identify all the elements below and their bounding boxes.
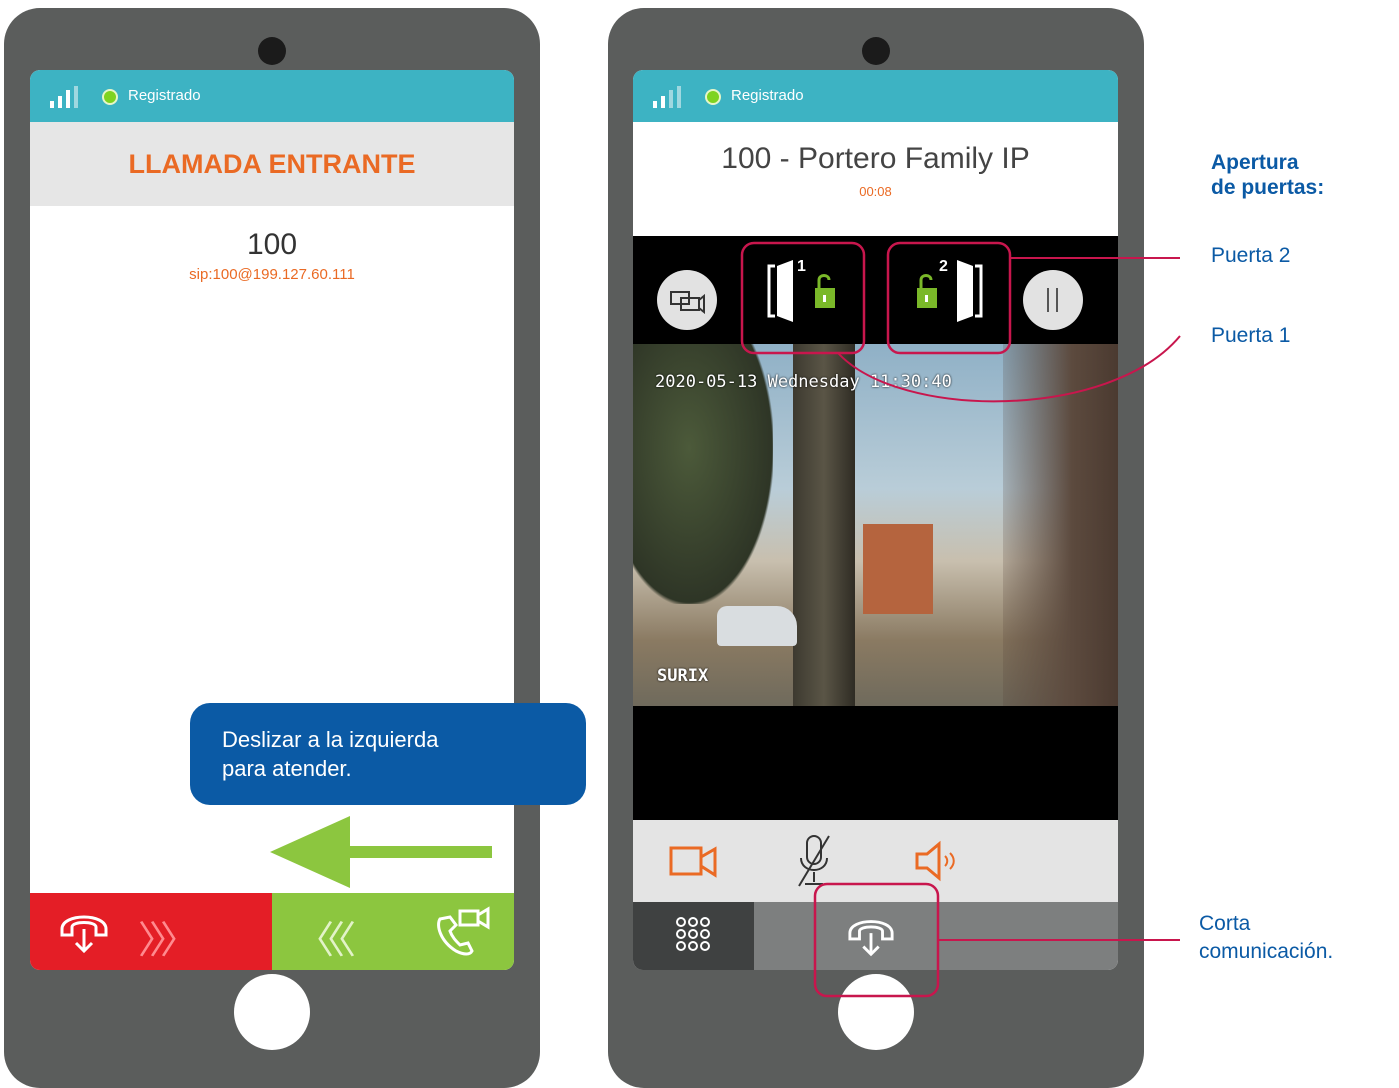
door-opening-title: Apertura de puertas: xyxy=(1211,150,1324,200)
door-2-label: Puerta 2 xyxy=(1211,244,1291,267)
door-1-label: Puerta 1 xyxy=(1211,324,1291,347)
hangup-label-line-1: Corta xyxy=(1199,912,1251,935)
door-opening-title-line-1: Apertura xyxy=(1211,151,1299,174)
hangup-highlight xyxy=(813,882,940,998)
hangup-label-line-2: comunicación. xyxy=(1199,940,1334,963)
annotation-overlay xyxy=(740,241,1181,998)
door-2-highlight xyxy=(886,241,1012,355)
door-1-highlight xyxy=(740,241,866,355)
hangup-label: Corta comunicación. xyxy=(1199,910,1333,966)
door-opening-title-line-2: de puertas: xyxy=(1211,176,1325,199)
